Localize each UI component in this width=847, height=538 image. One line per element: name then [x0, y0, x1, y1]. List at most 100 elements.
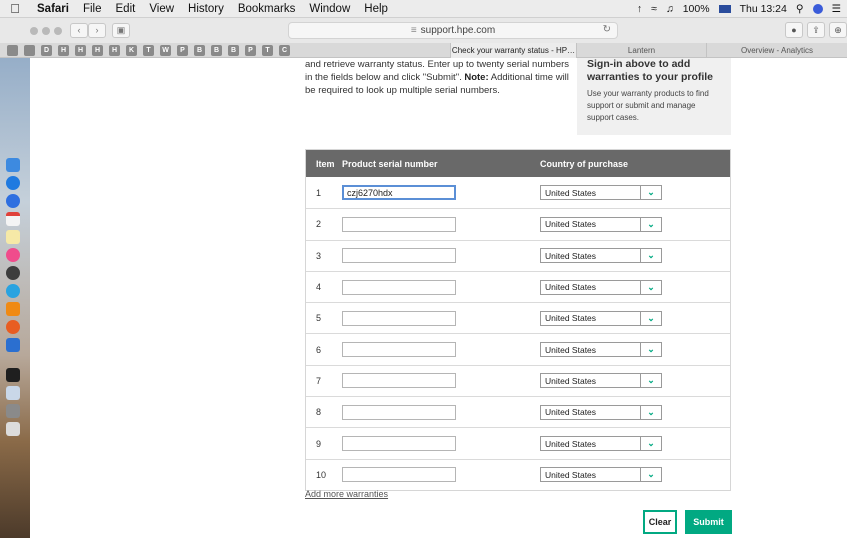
minimize-window-button[interactable] — [42, 26, 50, 35]
zoom-window-button[interactable] — [54, 26, 62, 35]
tab-lantern[interactable]: Lantern — [576, 42, 706, 58]
country-select[interactable]: United States ⌄ — [540, 342, 662, 358]
menu-app-safari[interactable]: Safari — [30, 3, 76, 15]
bookmark-icon[interactable]: K — [126, 44, 137, 56]
country-select[interactable]: United States ⌄ — [540, 216, 662, 232]
trash-icon[interactable] — [6, 422, 20, 436]
chevron-down-icon[interactable]: ⌄ — [640, 405, 661, 419]
finder-icon[interactable] — [6, 158, 20, 172]
new-tab-icon[interactable]: ⊕ — [829, 22, 847, 38]
bookmark-icon[interactable] — [7, 44, 18, 56]
tab-overview-analytics[interactable]: Overview - Analytics — [706, 42, 847, 58]
bookmark-icon[interactable]: B — [211, 44, 222, 56]
apple-icon[interactable]:  — [0, 1, 30, 16]
back-button[interactable]: ‹ — [70, 23, 88, 38]
menu-bookmarks[interactable]: Bookmarks — [231, 3, 303, 15]
table-row: 2 United States ⌄ — [306, 208, 730, 239]
serial-number-input[interactable] — [342, 248, 456, 264]
share-icon[interactable]: ⇪ — [807, 22, 825, 38]
bookmark-icon[interactable]: P — [245, 44, 256, 56]
bookmark-icon[interactable]: H — [58, 44, 69, 56]
battery-level[interactable]: 100% — [683, 3, 710, 15]
bookmark-icon[interactable]: P — [177, 44, 188, 56]
clear-button[interactable]: Clear — [643, 510, 677, 534]
serial-number-input[interactable] — [342, 310, 456, 326]
vlc-icon[interactable] — [6, 302, 20, 316]
country-select[interactable]: United States ⌄ — [540, 248, 662, 264]
bookmark-icon[interactable]: H — [92, 44, 103, 56]
item-number: 4 — [316, 282, 322, 293]
country-select[interactable]: United States ⌄ — [540, 279, 662, 295]
menu-view[interactable]: View — [142, 3, 181, 15]
bookmark-icon[interactable]: H — [75, 44, 86, 56]
reload-icon[interactable]: ↻ — [603, 24, 611, 35]
chevron-down-icon[interactable]: ⌄ — [640, 437, 661, 451]
bookmark-icon[interactable]: W — [160, 44, 171, 56]
siri-icon[interactable] — [812, 3, 823, 14]
country-select[interactable]: United States ⌄ — [540, 467, 662, 483]
address-bar[interactable]: ≡ support.hpe.com ↻ — [288, 22, 618, 39]
chevron-down-icon[interactable]: ⌄ — [640, 280, 661, 294]
bookmark-icon[interactable]: T — [262, 44, 273, 56]
safari-icon[interactable] — [6, 176, 20, 190]
system-preferences-icon[interactable] — [6, 404, 20, 418]
serial-number-input[interactable] — [342, 467, 456, 483]
spotlight-icon[interactable]: ⚲ — [796, 3, 804, 15]
menu-help[interactable]: Help — [357, 3, 395, 15]
serial-number-input[interactable] — [342, 373, 456, 389]
notes-icon[interactable] — [6, 230, 20, 244]
serial-number-input[interactable] — [342, 185, 456, 201]
flag-icon[interactable] — [718, 4, 731, 13]
serial-number-input[interactable] — [342, 404, 456, 420]
country-select[interactable]: United States ⌄ — [540, 310, 662, 326]
music-icon[interactable] — [6, 248, 20, 262]
chevron-down-icon[interactable]: ⌄ — [640, 311, 661, 325]
serial-number-input[interactable] — [342, 436, 456, 452]
app-store-icon[interactable] — [6, 194, 20, 208]
firefox-icon[interactable] — [6, 320, 20, 334]
sidebar-toggle-icon[interactable]: ▣ — [112, 23, 130, 38]
chevron-down-icon[interactable]: ⌄ — [640, 468, 661, 482]
clock[interactable]: Thu 13:24 — [740, 3, 787, 15]
photo-booth-icon[interactable] — [6, 266, 20, 280]
notification-center-icon[interactable]: ☰ — [832, 3, 841, 15]
bookmark-icon[interactable]: D — [41, 44, 52, 56]
tab-warranty-status[interactable]: Check your warranty status - HP… — [450, 42, 576, 58]
serial-number-input[interactable] — [342, 342, 456, 358]
country-select[interactable]: United States ⌄ — [540, 373, 662, 389]
chevron-down-icon[interactable]: ⌄ — [640, 343, 661, 357]
chevron-down-icon[interactable]: ⌄ — [640, 186, 661, 200]
bookmark-icon[interactable]: C — [279, 44, 290, 56]
menu-edit[interactable]: Edit — [109, 3, 143, 15]
menu-window[interactable]: Window — [302, 3, 357, 15]
add-more-warranties-link[interactable]: Add more warranties — [305, 489, 388, 499]
preview-icon[interactable] — [6, 386, 20, 400]
download-icon[interactable]: ● — [785, 22, 803, 38]
volume-icon[interactable]: ♫ — [666, 3, 674, 15]
country-select[interactable]: United States ⌄ — [540, 436, 662, 452]
terminal-icon[interactable] — [6, 368, 20, 382]
bookmark-icon[interactable]: B — [228, 44, 239, 56]
serial-number-input[interactable] — [342, 279, 456, 295]
country-select[interactable]: United States ⌄ — [540, 185, 662, 201]
chevron-down-icon[interactable]: ⌄ — [640, 374, 661, 388]
bookmark-icon[interactable] — [24, 44, 35, 56]
chevron-down-icon[interactable]: ⌄ — [640, 249, 661, 263]
outlook-icon[interactable] — [6, 338, 20, 352]
forward-button[interactable]: › — [88, 23, 106, 38]
wifi-icon[interactable]: ≈ — [651, 3, 657, 15]
menu-history[interactable]: History — [181, 3, 231, 15]
telegram-icon[interactable] — [6, 284, 20, 298]
bookmark-icon[interactable]: T — [143, 44, 154, 56]
close-window-button[interactable] — [30, 26, 38, 35]
upload-icon[interactable]: ↑ — [637, 3, 642, 15]
menu-file[interactable]: File — [76, 3, 109, 15]
serial-number-input[interactable] — [342, 216, 456, 232]
country-select[interactable]: United States ⌄ — [540, 404, 662, 420]
chevron-down-icon[interactable]: ⌄ — [640, 217, 661, 231]
bookmark-icon[interactable]: H — [109, 44, 120, 56]
calendar-icon[interactable] — [6, 212, 20, 226]
bookmark-icon[interactable]: B — [194, 44, 205, 56]
country-select-value: United States — [545, 344, 597, 355]
submit-button[interactable]: Submit — [685, 510, 732, 534]
